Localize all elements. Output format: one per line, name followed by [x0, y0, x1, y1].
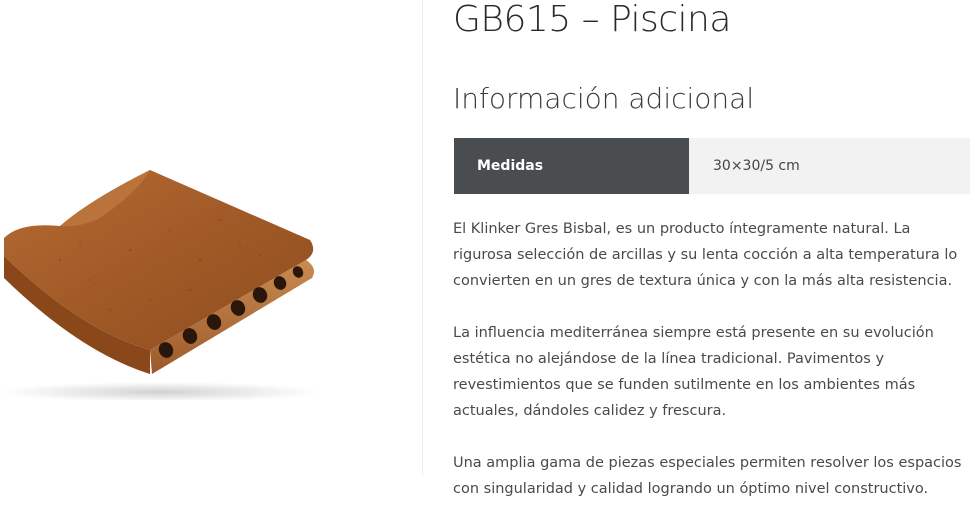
table-row: Medidas 30×30/5 cm — [454, 138, 970, 194]
product-image[interactable] — [0, 160, 330, 400]
description-paragraph: La influencia mediterránea siempre está … — [453, 325, 934, 419]
description-paragraph: El Klinker Gres Bisbal, es un producto í… — [453, 221, 958, 289]
product-description: El Klinker Gres Bisbal, es un producto í… — [453, 216, 971, 528]
attribute-value: 30×30/5 cm — [689, 138, 970, 194]
product-title: GB615 – Piscina — [453, 0, 731, 40]
attributes-table: Medidas 30×30/5 cm — [454, 138, 970, 194]
description-paragraph: Una amplia gama de piezas especiales per… — [453, 455, 962, 497]
additional-info-heading: Información adicional — [453, 82, 755, 115]
product-summary: GB615 – Piscina Información adicional Me… — [453, 0, 975, 497]
product-gallery — [0, 0, 423, 475]
attribute-label: Medidas — [454, 138, 689, 194]
